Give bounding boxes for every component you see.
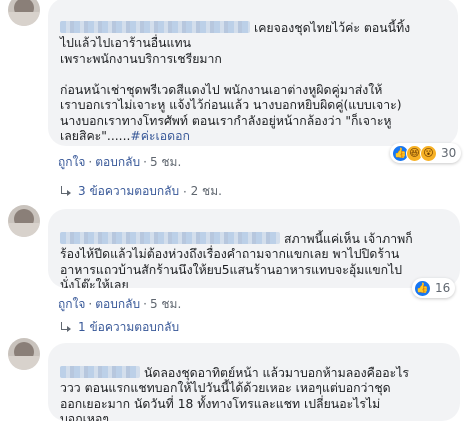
view-replies-link[interactable]: 1 ข้อความตอบกลับ bbox=[60, 318, 179, 337]
comment-time[interactable]: 5 ชม. bbox=[150, 297, 181, 311]
avatar-shape bbox=[8, 223, 40, 237]
comment-bubble: เคยจองชุดไทยไว้ค่ะ ตอนนี้ทิ้ง ไปแล้วไปเอ… bbox=[48, 0, 458, 146]
reply-button[interactable]: ตอบกลับ bbox=[95, 155, 140, 169]
separator: · bbox=[88, 155, 93, 169]
avatar[interactable] bbox=[8, 338, 40, 370]
reply-button[interactable]: ตอบกลับ bbox=[95, 297, 140, 311]
reply-arrow-icon bbox=[60, 321, 72, 334]
comment-actions: ถูกใจ · ตอบกลับ · 5 ชม. bbox=[58, 153, 181, 172]
view-replies-link[interactable]: 3 ข้อความตอบกลับ · 2 ชม. bbox=[60, 182, 222, 201]
comment-text: ไปแล้วไปเอาร้านอื่นแทน เพราะพนักงานบริกา… bbox=[60, 36, 402, 143]
reaction-count: 30 bbox=[441, 146, 457, 160]
comment-bubble: สภาพนี้แค่เห็น เจ้าภาพก็ ร้องไห้ปีดแล้วไ… bbox=[48, 209, 460, 288]
reaction-summary[interactable]: 👍 😆 😮 30 bbox=[390, 143, 462, 163]
separator: · bbox=[179, 184, 191, 199]
comment-bubble: นัดลองชุดอาทิตย์หน้า แล้วมาบอกห้ามลองคือ… bbox=[48, 343, 460, 421]
comment-text: นัดลองชุดอาทิตย์หน้า แล้วมาบอกห้ามลองคือ… bbox=[144, 365, 410, 380]
replies-count-label: 1 ข้อความตอบกลับ bbox=[78, 320, 180, 334]
like-icon: 👍 bbox=[414, 279, 431, 297]
comment-actions: ถูกใจ · ตอบกลับ · 5 ชม. bbox=[58, 295, 181, 314]
reply-arrow-icon bbox=[60, 185, 72, 198]
commenter-name-blurred[interactable] bbox=[60, 231, 280, 244]
comment-text: สภาพนี้แค่เห็น เจ้าภาพก็ bbox=[284, 231, 413, 246]
like-button[interactable]: ถูกใจ bbox=[58, 297, 85, 311]
commenter-name-blurred[interactable] bbox=[60, 20, 250, 33]
comment-text: เคยจองชุดไทยไว้ค่ะ ตอนนี้ทิ้ง bbox=[254, 20, 411, 35]
replies-time: 2 ชม. bbox=[190, 184, 222, 198]
comment-text: ร้องไห้ปีดแล้วไม่ต้องห่วงถึงเรื่องคำถามจ… bbox=[60, 247, 403, 288]
replies-count-label: 3 ข้อความตอบกลับ bbox=[78, 184, 180, 198]
avatar[interactable] bbox=[8, 0, 40, 26]
avatar-shape bbox=[8, 12, 40, 26]
separator: · bbox=[143, 155, 147, 169]
reaction-count: 16 bbox=[435, 281, 451, 295]
hashtag-link[interactable]: #ค่ะเอดอก bbox=[130, 129, 190, 143]
separator: · bbox=[88, 297, 93, 311]
comment-time[interactable]: 5 ชม. bbox=[150, 155, 181, 169]
comment-text: ววว ตอนแรกแชทบอกให้ไปวันนี้ได้ด้วยเหอะ เ… bbox=[60, 381, 391, 421]
avatar-shape bbox=[8, 356, 40, 370]
commenter-name-blurred[interactable] bbox=[60, 365, 140, 378]
reaction-summary[interactable]: 👍 16 bbox=[412, 278, 456, 298]
wow-icon: 😮 bbox=[420, 144, 437, 162]
avatar[interactable] bbox=[8, 205, 40, 237]
separator: · bbox=[143, 297, 147, 311]
like-button[interactable]: ถูกใจ bbox=[58, 155, 85, 169]
